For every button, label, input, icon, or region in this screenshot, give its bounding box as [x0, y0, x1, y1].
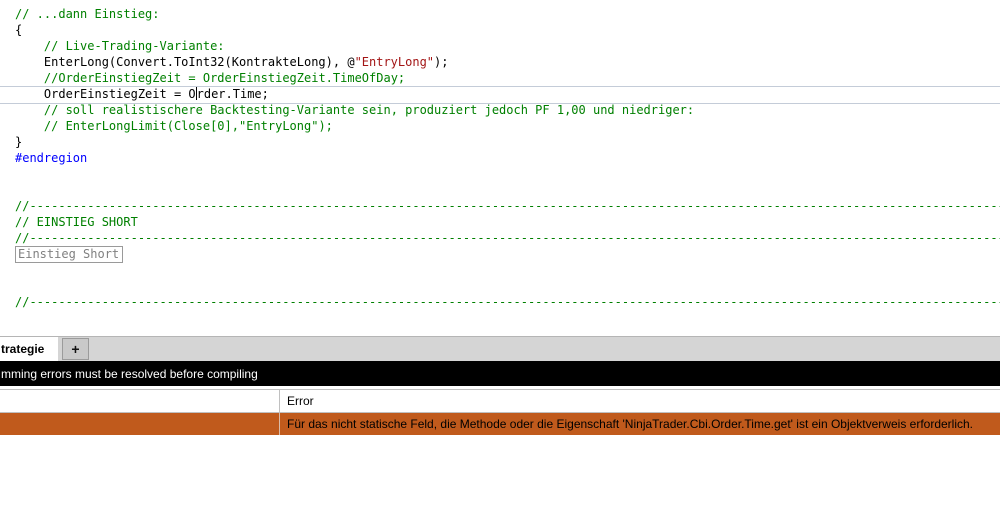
code-line[interactable]: // soll realistischere Backtesting-Varia…	[15, 102, 1000, 118]
error-row-message-cell: Für das nicht statische Feld, die Method…	[280, 413, 1000, 435]
error-grid-icon-column-header	[0, 390, 280, 412]
code-line[interactable]	[15, 278, 1000, 294]
code-line[interactable]: {	[15, 22, 1000, 38]
code-line[interactable]	[15, 166, 1000, 182]
plus-icon: +	[71, 341, 80, 357]
code-line-current[interactable]: OrderEinstiegZeit = Order.Time;	[0, 86, 1000, 104]
error-grid-error-column-header[interactable]: Error	[280, 390, 1000, 412]
code-segment: rder.Time;	[196, 87, 269, 101]
code-line[interactable]: EnterLong(Convert.ToInt32(KontrakteLong)…	[15, 54, 1000, 70]
compile-status-bar: mming errors must be resolved before com…	[0, 361, 1000, 386]
code-segment: }	[15, 135, 23, 149]
code-segment: OrderEinstiegZeit = O	[15, 87, 196, 101]
code-segment: //--------------------------------------…	[15, 199, 1000, 213]
code-line[interactable]: //OrderEinstiegZeit = OrderEinstiegZeit.…	[15, 70, 1000, 86]
code-editor[interactable]: // ...dann Einstieg: { // Live-Trading-Va…	[0, 0, 1000, 336]
error-row-icon-cell	[0, 413, 280, 435]
code-line[interactable]: // Live-Trading-Variante:	[15, 38, 1000, 54]
code-segment: //--------------------------------------…	[15, 295, 1000, 309]
tab-strip: trategie +	[0, 336, 1000, 361]
code-line[interactable]	[15, 262, 1000, 278]
code-line[interactable]	[15, 182, 1000, 198]
code-line[interactable]: //--------------------------------------…	[15, 230, 1000, 246]
code-line[interactable]: #endregion	[15, 150, 1000, 166]
code-segment: //OrderEinstiegZeit = OrderEinstiegZeit.…	[43, 71, 406, 85]
tab-strategie-label: trategie	[1, 342, 45, 356]
compile-status-message: mming errors must be resolved before com…	[1, 366, 258, 381]
code-line[interactable]: // EnterLongLimit(Close[0],"EntryLong");	[15, 118, 1000, 134]
code-segment: {	[15, 23, 23, 37]
code-line[interactable]: // ...dann Einstieg:	[15, 6, 1000, 22]
tab-strategie[interactable]: trategie	[0, 337, 58, 361]
code-segment: "EntryLong"	[354, 55, 435, 69]
code-segment: // EnterLongLimit(Close[0],"EntryLong");	[43, 119, 333, 133]
code-segment: // EINSTIEG SHORT	[15, 215, 138, 229]
code-line[interactable]: Einstieg Short	[15, 246, 1000, 263]
code-segment: // Live-Trading-Variante:	[43, 39, 225, 53]
add-tab-button[interactable]: +	[62, 338, 89, 360]
error-row[interactable]: Für das nicht statische Feld, die Method…	[0, 413, 1000, 435]
error-column-header-label: Error	[287, 394, 314, 408]
error-message: Für das nicht statische Feld, die Method…	[287, 417, 974, 431]
code-line[interactable]: }	[15, 134, 1000, 150]
code-segment: #endregion	[15, 151, 88, 165]
code-line[interactable]: //--------------------------------------…	[15, 198, 1000, 214]
code-line[interactable]: // EINSTIEG SHORT	[15, 214, 1000, 230]
error-grid-header: Error	[0, 389, 1000, 413]
collapsed-region-box[interactable]: Einstieg Short	[15, 246, 124, 263]
code-segment: );	[434, 55, 449, 69]
code-segment: //--------------------------------------…	[15, 231, 1000, 245]
code-segment: EnterLong(Convert.ToInt32(KontrakteLong)…	[15, 55, 355, 69]
error-grid: Error Für das nicht statische Feld, die …	[0, 389, 1000, 435]
code-segment: // soll realistischere Backtesting-Varia…	[43, 103, 695, 117]
code-segment: // ...dann Einstieg:	[15, 7, 160, 21]
code-line[interactable]: //--------------------------------------…	[15, 294, 1000, 310]
